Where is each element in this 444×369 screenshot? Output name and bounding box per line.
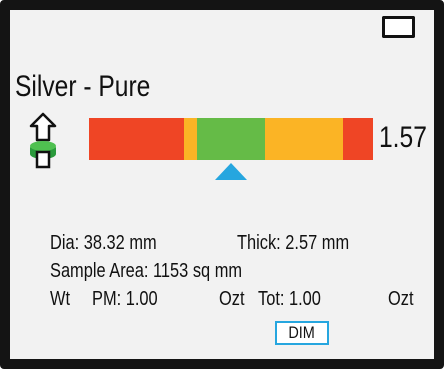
tot-label: Tot: [258, 288, 285, 310]
pm-value: 1.00 [125, 288, 158, 310]
dia-value: 38.32 mm [83, 232, 157, 254]
dim-button[interactable]: DIM [275, 321, 329, 345]
reading-value: 1.57 [379, 121, 427, 154]
thick-label: Thick: [237, 232, 281, 254]
metal-title: Silver - Pure [15, 70, 151, 103]
pointer-indicator [215, 163, 247, 180]
dia-label: Dia: [50, 232, 80, 254]
scale-segment-1 [89, 118, 185, 160]
tot-unit: Ozt [388, 288, 414, 310]
scale-bar [89, 118, 373, 160]
battery-terminal [382, 16, 415, 38]
area-value: 1153 sq mm [153, 260, 243, 282]
scale-segment-2 [184, 118, 197, 160]
thick-value: 2.57 mm [285, 232, 350, 254]
pm-row: PM: 1.00 [92, 287, 158, 311]
scale-segment-5 [343, 118, 373, 160]
dia-row: Dia: 38.32 mm [50, 231, 157, 255]
area-label: Sample Area: [50, 260, 149, 282]
area-row: Sample Area: 1153 sq mm [50, 259, 242, 283]
wt-label: Wt [50, 288, 71, 310]
scale-segment-3 [196, 118, 266, 160]
dim-button-label: DIM [288, 323, 316, 342]
pm-unit: Ozt [219, 288, 245, 310]
thick-row: Thick: 2.57 mm [237, 231, 349, 255]
scale-segment-4 [265, 118, 344, 160]
tot-row: Tot: 1.00 [258, 287, 321, 311]
coin-flip-icon [29, 112, 57, 169]
pm-label: PM: [92, 288, 122, 310]
tot-value: 1.00 [289, 288, 321, 310]
